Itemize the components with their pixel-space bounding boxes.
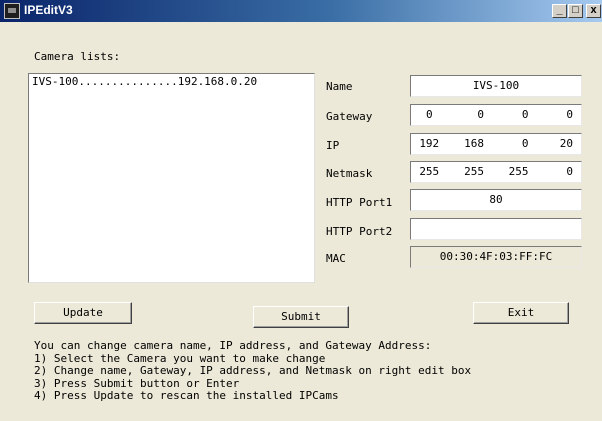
gateway-octet-3[interactable]: 0 — [492, 105, 537, 125]
http-port1-label: HTTP Port1 — [326, 196, 393, 209]
gateway-octet-1[interactable]: 0 — [411, 105, 448, 125]
window-title: IPEditV3 — [24, 3, 73, 17]
ip-label: IP — [326, 139, 340, 152]
mac-label: MAC — [326, 252, 346, 265]
ip-field[interactable]: 192 168 0 20 — [410, 133, 582, 155]
help-line-4: 4) Press Update to rescan the installed … — [34, 389, 339, 402]
exit-button[interactable]: Exit — [473, 302, 569, 324]
mac-field: 00:30:4F:03:FF:FC — [410, 246, 582, 268]
update-button[interactable]: Update — [34, 302, 132, 324]
camera-listbox[interactable]: IVS-100...............192.168.0.20 — [28, 73, 315, 283]
netmask-octet-2[interactable]: 255 — [448, 162, 493, 182]
netmask-octet-1[interactable]: 255 — [411, 162, 448, 182]
netmask-octet-3[interactable]: 255 — [492, 162, 537, 182]
ipedit-window: IPEditV3 _ □ x Camera lists: IVS-100....… — [0, 0, 602, 421]
ip-octet-2[interactable]: 168 — [448, 134, 493, 154]
ip-octet-1[interactable]: 192 — [411, 134, 448, 154]
netmask-octet-4[interactable]: 0 — [537, 162, 582, 182]
help-line-2: 2) Change name, Gateway, IP address, and… — [34, 364, 472, 377]
gateway-octet-4[interactable]: 0 — [537, 105, 582, 125]
http-port1-field[interactable]: 80 — [410, 189, 582, 211]
minimize-button[interactable]: _ — [552, 4, 567, 18]
app-icon[interactable] — [4, 3, 20, 19]
help-line-intro: You can change camera name, IP address, … — [34, 339, 432, 352]
help-text: You can change camera name, IP address, … — [34, 339, 472, 403]
camera-list-item[interactable]: IVS-100...............192.168.0.20 — [32, 75, 257, 88]
maximize-button[interactable]: □ — [568, 4, 583, 18]
gateway-label: Gateway — [326, 110, 373, 123]
title-bar[interactable]: IPEditV3 _ □ x — [0, 0, 602, 22]
gateway-field[interactable]: 0 0 0 0 — [410, 104, 582, 126]
submit-button[interactable]: Submit — [253, 306, 349, 328]
ip-octet-4[interactable]: 20 — [537, 134, 582, 154]
camera-lists-label: Camera lists: — [34, 50, 121, 63]
ip-octet-3[interactable]: 0 — [492, 134, 537, 154]
http-port2-field[interactable] — [410, 218, 582, 240]
name-field[interactable]: IVS-100 — [410, 75, 582, 97]
http-port2-label: HTTP Port2 — [326, 225, 393, 238]
netmask-label: Netmask — [326, 167, 373, 180]
name-label: Name — [326, 80, 353, 93]
close-button[interactable]: x — [586, 4, 601, 18]
gateway-octet-2[interactable]: 0 — [448, 105, 493, 125]
netmask-field[interactable]: 255 255 255 0 — [410, 161, 582, 183]
